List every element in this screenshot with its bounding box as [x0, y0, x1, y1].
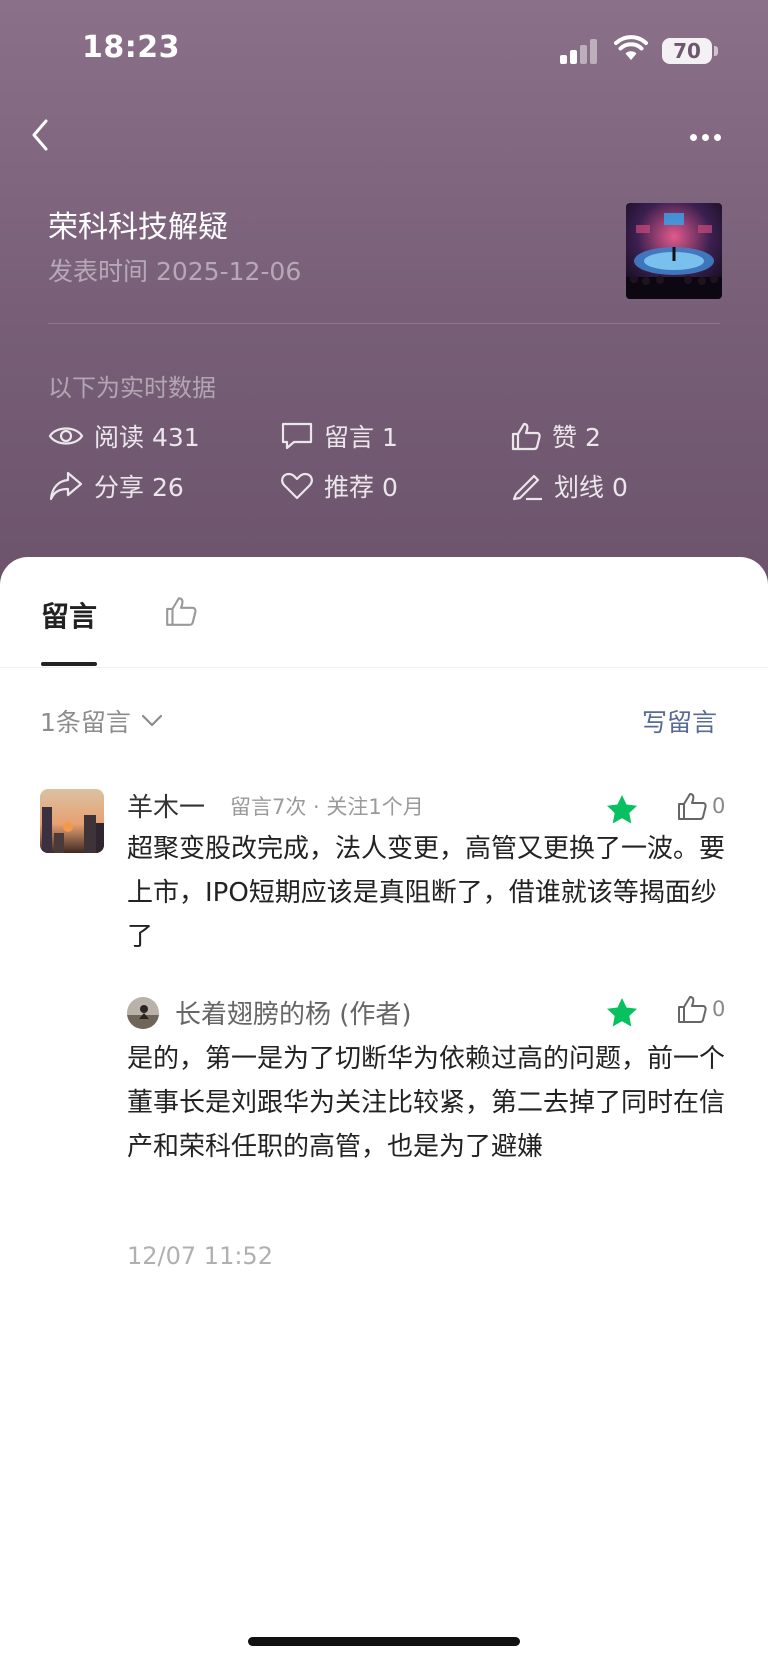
thumbs-up-icon	[678, 793, 707, 820]
comment-timestamp: 12/07 11:52	[127, 1242, 273, 1270]
reply-avatar[interactable]	[127, 997, 159, 1029]
wifi-icon	[614, 35, 648, 60]
back-button[interactable]	[26, 115, 56, 155]
comments-sheet: 留言 1条留言 写留言 羊木一 留言7次 · 关注1个月 0 超聚变股改完成，法…	[0, 557, 768, 1663]
heart-icon	[281, 472, 313, 500]
comment-sort-dropdown[interactable]: 1条留言	[40, 703, 163, 739]
write-comment-button[interactable]: 写留言	[642, 703, 717, 739]
thumbs-up-icon	[678, 996, 707, 1023]
comment-count-label: 1条留言	[40, 708, 131, 737]
stat-reads: 阅读 431	[48, 418, 200, 454]
battery-nub	[714, 46, 718, 56]
stat-underline-label: 划线 0	[554, 473, 628, 502]
stat-recommend: 推荐 0	[280, 468, 398, 504]
article-thumbnail[interactable]	[626, 203, 722, 299]
tab-active-indicator	[41, 662, 97, 666]
stat-shares-label: 分享 26	[94, 473, 184, 502]
featured-star-icon	[607, 795, 637, 824]
reply-text: 是的，第一是为了切断华为依赖过高的问题，前一个董事长是刘跟华为关注比较紧，第二去…	[127, 1044, 726, 1162]
avatar[interactable]	[40, 789, 104, 853]
tab-comments[interactable]: 留言	[41, 595, 97, 635]
stat-shares: 分享 26	[48, 468, 184, 504]
featured-star-icon	[607, 998, 637, 1027]
status-time: 18:23	[82, 30, 180, 65]
comment-text: 超聚变股改完成，法人变更，高管又更换了一波。要上市，IPO短期应该是真阻断了，借…	[127, 834, 726, 952]
tab-likes[interactable]	[164, 595, 198, 627]
stat-likes-label: 赞 2	[552, 423, 601, 452]
cellular-signal-icon	[560, 38, 600, 64]
realtime-data-label: 以下为实时数据	[48, 374, 216, 402]
home-indicator[interactable]	[248, 1637, 520, 1646]
stat-comments: 留言 1	[280, 418, 398, 454]
pen-icon	[512, 474, 542, 501]
tab-divider	[0, 667, 768, 668]
comment-icon	[281, 422, 313, 450]
comment-author-meta: 留言7次 · 关注1个月	[230, 795, 424, 819]
reply-like-count: 0	[712, 997, 726, 1021]
stat-underline: 划线 0	[510, 468, 628, 504]
thumbs-up-icon	[511, 422, 541, 451]
more-button[interactable]	[690, 126, 730, 141]
stat-comments-label: 留言 1	[324, 423, 398, 452]
eye-icon	[48, 427, 84, 445]
article-header: 18:23 70 荣科科技解疑 发表时间 2025-12-06 以下为实时数据 …	[0, 0, 768, 600]
reply-like-button[interactable]: 0	[676, 994, 725, 1024]
article-date: 发表时间 2025-12-06	[48, 257, 302, 286]
stat-recommend-label: 推荐 0	[324, 473, 398, 502]
header-divider	[48, 323, 720, 324]
share-icon	[49, 471, 83, 501]
article-title: 荣科科技解疑	[48, 210, 228, 245]
battery-icon: 70	[662, 38, 712, 64]
comment-like-button[interactable]: 0	[676, 791, 725, 821]
reply-author[interactable]: 长着翅膀的杨 (作者)	[175, 994, 412, 1031]
chevron-down-icon	[141, 714, 163, 727]
stat-reads-label: 阅读 431	[94, 423, 200, 452]
stat-likes: 赞 2	[510, 418, 601, 454]
comment-like-count: 0	[712, 794, 726, 818]
comment-author[interactable]: 羊木一	[127, 787, 205, 824]
